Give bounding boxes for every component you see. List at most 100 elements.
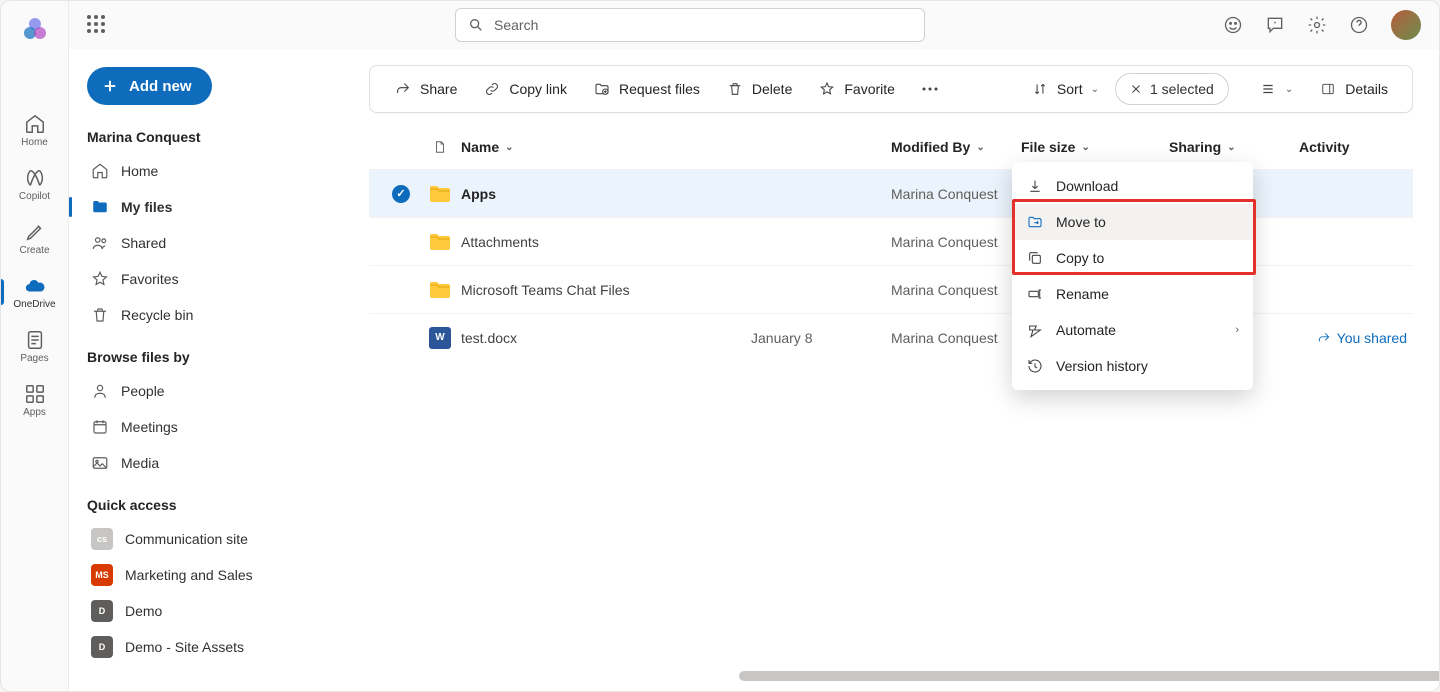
rail-pages-label: Pages xyxy=(20,353,48,364)
favorite-label: Favorite xyxy=(844,81,895,97)
rename-icon xyxy=(1026,285,1044,303)
header-modifiedby-label: Modified By xyxy=(891,139,970,155)
rail-copilot-label: Copilot xyxy=(19,191,50,202)
feedback-icon[interactable] xyxy=(1265,15,1285,35)
request-files-button[interactable]: Request files xyxy=(583,73,710,105)
details-pane-icon xyxy=(1319,80,1337,98)
table-row[interactable]: Attachments Marina Conquest 0 items Priv… xyxy=(369,217,1413,265)
m365-logo-icon[interactable] xyxy=(21,15,49,43)
selection-pill[interactable]: 1 selected xyxy=(1115,73,1229,105)
menu-download[interactable]: Download xyxy=(1012,168,1253,204)
scroll-thumb[interactable] xyxy=(739,671,1439,681)
nav-favorites[interactable]: Favorites xyxy=(83,261,347,297)
nav-myfiles[interactable]: My files xyxy=(83,189,347,225)
menu-download-label: Download xyxy=(1056,178,1118,194)
nav-favorites-label: Favorites xyxy=(121,271,179,287)
nav-shared[interactable]: Shared xyxy=(83,225,347,261)
share-button[interactable]: Share xyxy=(384,73,467,105)
sort-button[interactable]: Sort⌄ xyxy=(1021,73,1109,105)
header-activity[interactable]: Activity xyxy=(1299,139,1413,155)
menu-rename[interactable]: Rename xyxy=(1012,276,1253,312)
search-icon xyxy=(468,17,484,33)
header-icon[interactable] xyxy=(419,139,461,155)
table-row[interactable]: Microsoft Teams Chat Files Marina Conque… xyxy=(369,265,1413,313)
app-shell: Home Copilot Create OneDrive Pages Apps xyxy=(0,0,1440,692)
quick-access-item-2[interactable]: DDemo xyxy=(83,593,347,629)
file-table: Name⌄ Modified By ⌄ File size⌄ Sharing ⌄ A… xyxy=(369,125,1413,361)
nav-recycle[interactable]: Recycle bin xyxy=(83,297,347,333)
quick-access-item-0[interactable]: csCommunication site xyxy=(83,521,347,557)
header-modifiedby[interactable]: Modified By ⌄ xyxy=(891,139,1021,155)
waffle-icon[interactable] xyxy=(87,15,107,35)
nav-shared-label: Shared xyxy=(121,235,166,251)
folder-icon xyxy=(91,198,109,216)
quick-access-item-3[interactable]: DDemo - Site Assets xyxy=(83,629,347,665)
rail-onedrive-label: OneDrive xyxy=(13,299,55,310)
nav-people-label: People xyxy=(121,383,165,399)
search-input[interactable]: Search xyxy=(455,8,925,42)
people-icon xyxy=(91,234,109,252)
check-icon: ✓ xyxy=(392,185,410,203)
help-icon[interactable] xyxy=(1349,15,1369,35)
delete-icon xyxy=(726,80,744,98)
rail-onedrive[interactable]: OneDrive xyxy=(1,265,69,319)
chevron-down-icon: ⌄ xyxy=(1285,84,1293,95)
horizontal-scrollbar[interactable] xyxy=(739,671,1413,681)
file-name: test.docx xyxy=(461,330,751,346)
moveto-icon xyxy=(1026,213,1044,231)
rail-pages[interactable]: Pages xyxy=(1,319,69,373)
share-label: Share xyxy=(420,81,457,97)
list-view-icon xyxy=(1259,80,1277,98)
file-modifiedby: Marina Conquest xyxy=(891,330,1021,346)
ellipsis-icon xyxy=(921,80,939,98)
menu-copyto-label: Copy to xyxy=(1056,250,1104,266)
left-nav: Add new Marina Conquest Home My files Sh… xyxy=(69,49,369,691)
details-button[interactable]: Details xyxy=(1309,73,1398,105)
topbar: Search xyxy=(69,1,1439,49)
copylink-button[interactable]: Copy link xyxy=(473,73,577,105)
activity-text: You shared xyxy=(1337,330,1407,346)
header-sharing-label: Sharing xyxy=(1169,139,1221,155)
table-row[interactable]: W test.docx January 8 Marina Conquest 10… xyxy=(369,313,1413,361)
nav-people[interactable]: People xyxy=(83,373,347,409)
more-button[interactable] xyxy=(911,73,949,105)
user-avatar[interactable] xyxy=(1391,10,1421,40)
table-row[interactable]: ✓ Apps Marina Conquest 0 items Private xyxy=(369,169,1413,217)
file-modifiedby: Marina Conquest xyxy=(891,186,1021,202)
menu-moveto[interactable]: Move to xyxy=(1012,204,1253,240)
header-filesize[interactable]: File size⌄ xyxy=(1021,139,1169,155)
delete-button[interactable]: Delete xyxy=(716,73,802,105)
menu-version[interactable]: Version history xyxy=(1012,348,1253,384)
topbar-right xyxy=(1223,10,1421,40)
rail-create[interactable]: Create xyxy=(1,211,69,265)
emoji-icon[interactable] xyxy=(1223,15,1243,35)
file-modified: January 8 xyxy=(751,330,891,346)
view-switcher[interactable]: ⌄ xyxy=(1249,73,1303,105)
rail-apps[interactable]: Apps xyxy=(1,373,69,427)
add-new-button[interactable]: Add new xyxy=(87,67,212,105)
quick-access-item-1[interactable]: MSMarketing and Sales xyxy=(83,557,347,593)
link-icon xyxy=(483,80,501,98)
nav-recycle-label: Recycle bin xyxy=(121,307,193,323)
nav-meetings[interactable]: Meetings xyxy=(83,409,347,445)
rail-copilot[interactable]: Copilot xyxy=(1,157,69,211)
header-sharing[interactable]: Sharing ⌄ xyxy=(1169,139,1299,155)
image-icon xyxy=(91,454,109,472)
row-checkbox[interactable]: ✓ xyxy=(383,185,419,203)
menu-version-label: Version history xyxy=(1056,358,1148,374)
chevron-down-icon: ⌄ xyxy=(1227,142,1235,153)
chevron-down-icon: ⌄ xyxy=(976,142,984,153)
quick-label: Marketing and Sales xyxy=(125,567,253,583)
rail-home[interactable]: Home xyxy=(1,103,69,157)
menu-copyto[interactable]: Copy to xyxy=(1012,240,1253,276)
app-rail: Home Copilot Create OneDrive Pages Apps xyxy=(1,1,69,691)
star-icon xyxy=(91,270,109,288)
menu-automate[interactable]: Automate› xyxy=(1012,312,1253,348)
header-name[interactable]: Name⌄ xyxy=(461,139,751,155)
details-label: Details xyxy=(1345,81,1388,97)
rail-home-label: Home xyxy=(21,137,48,148)
settings-gear-icon[interactable] xyxy=(1307,15,1327,35)
nav-media[interactable]: Media xyxy=(83,445,347,481)
favorite-button[interactable]: Favorite xyxy=(808,73,905,105)
nav-home[interactable]: Home xyxy=(83,153,347,189)
